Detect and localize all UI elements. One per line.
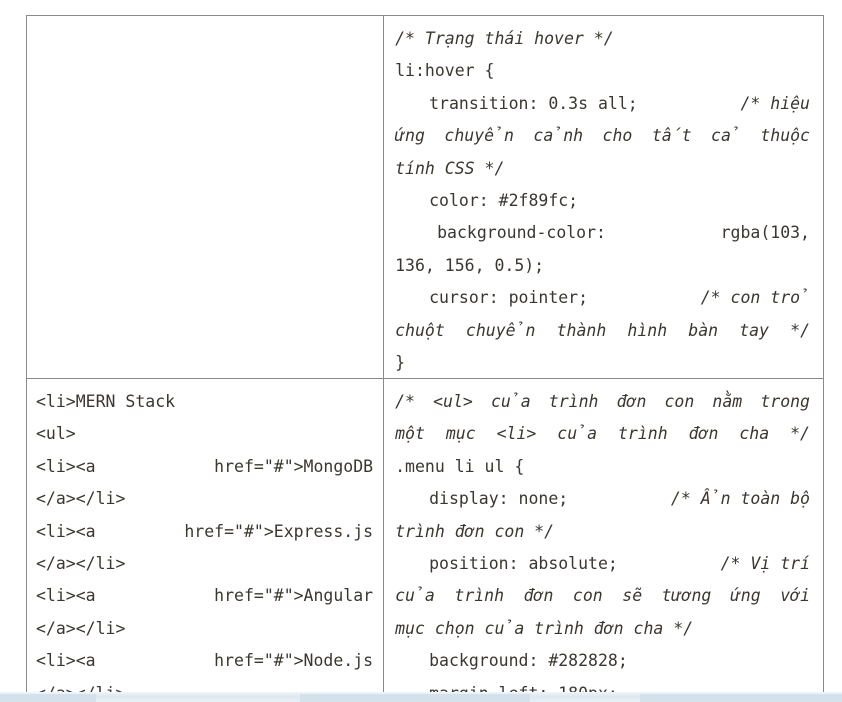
code-decl-background: background: #282828; bbox=[429, 651, 628, 671]
code-comment-transition-start: /* hiệu bbox=[740, 93, 810, 113]
code-li-close-express: </a></li> bbox=[36, 554, 126, 574]
code-comment-cursor-start: /* con trỏ bbox=[700, 288, 810, 308]
scan-band-segment bbox=[300, 694, 530, 702]
code-li-open-angular: <li><a bbox=[36, 586, 96, 606]
scan-band-segment bbox=[0, 694, 96, 702]
code-close-brace-hover: } bbox=[395, 353, 406, 373]
code-li-open-nodejs: <li><a bbox=[36, 651, 96, 671]
code-listing-table: /* Trạng thái hover */ li:hover { transi… bbox=[26, 15, 824, 695]
table-cell-hover-css: /* Trạng thái hover */ li:hover { transi… bbox=[384, 16, 823, 378]
table-row: /* Trạng thái hover */ li:hover { transi… bbox=[27, 16, 823, 379]
scan-band-segment bbox=[640, 694, 842, 702]
code-decl-cursor: cursor: pointer; bbox=[429, 288, 589, 308]
code-comment-transition-wrap-end: tính CSS */ bbox=[395, 158, 505, 178]
code-decl-background-color-line1: background-color: rgba(103, bbox=[437, 223, 810, 243]
code-li-close-angular: </a></li> bbox=[36, 618, 126, 638]
code-li-mern-stack: <li>MERN Stack bbox=[36, 392, 176, 411]
code-comment-submenu-intro-2: một mục <li> của trình đơn cha */ bbox=[395, 424, 810, 444]
code-selector-menu-li-ul: .menu li ul { bbox=[395, 456, 525, 476]
scan-edge-band bbox=[0, 692, 842, 702]
code-href-angular: href="#">Angular bbox=[214, 586, 374, 606]
table-cell-empty-left bbox=[27, 16, 385, 378]
code-comment-display-wrap: trình đơn con */ bbox=[395, 521, 555, 541]
table-row: <li>MERN Stack <ul> <li><a href="#">Mong… bbox=[27, 379, 823, 695]
code-decl-background-color-line2: 136, 156, 0.5); bbox=[395, 255, 545, 275]
code-comment-display-start: /* Ẩn toàn bộ bbox=[670, 489, 810, 509]
code-comment-position-start: /* Vị trí bbox=[720, 554, 810, 574]
code-comment-hover-state: /* Trạng thái hover */ bbox=[395, 29, 614, 48]
code-comment-position-wrap-2: mục chọn của trình đơn cha */ bbox=[395, 618, 694, 638]
code-li-close-mongodb: </a></li> bbox=[36, 489, 126, 509]
code-href-express: href="#">Express.js bbox=[184, 521, 374, 541]
code-comment-transition-wrap: ứng chuyển cảnh cho tất cả thuộc bbox=[395, 126, 810, 146]
code-href-mongodb: href="#">MongoDB bbox=[214, 456, 374, 476]
scanned-page: /* Trạng thái hover */ li:hover { transi… bbox=[0, 0, 842, 702]
code-li-anchor-express: <li><a href="#">Express.js bbox=[36, 516, 373, 548]
code-li-anchor-angular: <li><a href="#">Angular bbox=[36, 580, 373, 612]
code-li-anchor-nodejs: <li><a href="#">Node.js bbox=[36, 645, 373, 677]
code-decl-cursor-line: cursor: pointer; /* con trỏ bbox=[395, 282, 810, 314]
code-decl-position: position: absolute; bbox=[429, 554, 618, 574]
code-comment-submenu-intro-1: /* <ul> của trình đơn con nằm trong bbox=[395, 392, 810, 411]
table-cell-mern-html: <li>MERN Stack <ul> <li><a href="#">Mong… bbox=[27, 379, 385, 695]
code-href-nodejs: href="#">Node.js bbox=[214, 651, 374, 671]
table-cell-submenu-css: /* <ul> của trình đơn con nằm trong một … bbox=[384, 379, 823, 695]
code-decl-position-line: position: absolute; /* Vị trí bbox=[395, 548, 810, 580]
code-decl-display: display: none; bbox=[429, 489, 569, 509]
code-decl-transition: transition: 0.3s all; bbox=[429, 93, 638, 113]
code-li-anchor-mongodb: <li><a href="#">MongoDB bbox=[36, 451, 373, 483]
code-comment-position-wrap-1: của trình đơn con sẽ tương ứng với bbox=[395, 586, 810, 606]
code-li-open-express: <li><a bbox=[36, 521, 96, 541]
code-ul-open: <ul> bbox=[36, 424, 76, 444]
code-decl-color: color: #2f89fc; bbox=[429, 191, 579, 211]
code-li-open-mongodb: <li><a bbox=[36, 456, 96, 476]
code-decl-transition-line: transition: 0.3s all; /* hiệu bbox=[395, 88, 810, 120]
code-comment-cursor-wrap: chuột chuyển thành hình bàn tay */ bbox=[395, 320, 810, 340]
code-selector-li-hover: li:hover { bbox=[395, 61, 495, 81]
code-decl-display-line: display: none; /* Ẩn toàn bộ bbox=[395, 483, 810, 515]
